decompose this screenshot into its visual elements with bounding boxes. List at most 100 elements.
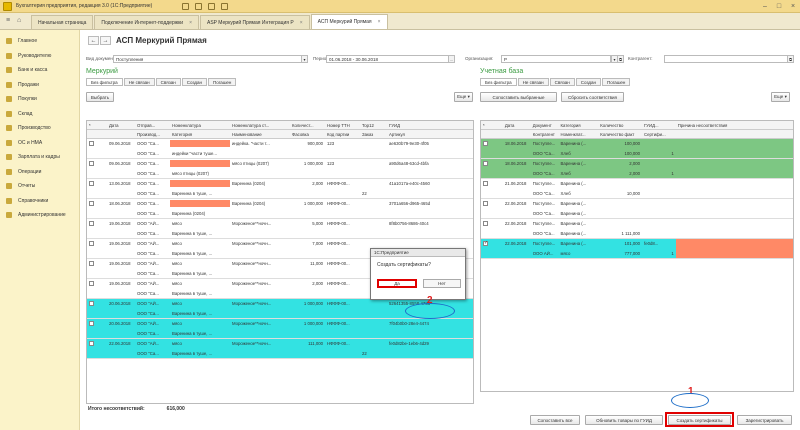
dialog-question: Создать сертификаты? — [377, 262, 431, 268]
table-row[interactable]: 18.06.2018 Поступле... Варенина (... 100,00… — [481, 139, 793, 159]
sidebar-item[interactable]: Отчеты — [0, 179, 79, 194]
filter-button[interactable]: Не связан — [517, 78, 549, 86]
period-field[interactable]: 01.06.2018 - 30.06.2018 — [326, 55, 449, 63]
match-all-button[interactable]: Сопоставить все — [530, 415, 580, 425]
minimize-icon[interactable]: – — [758, 0, 772, 12]
table-row[interactable]: 13.06.2018 ООО "Са... Варенина (0204) 2,000… — [87, 179, 473, 199]
filter-button[interactable]: Связан — [549, 78, 575, 86]
table-row[interactable]: 20.06.2018 ООО "АЙ... мясо Мороженое**ночн.… — [87, 319, 473, 339]
row-checkbox[interactable] — [89, 140, 94, 146]
filter-button[interactable]: Создан — [575, 78, 602, 86]
filter-button[interactable]: Без фильтра — [480, 78, 517, 86]
register-button[interactable]: Зарегистрировать — [737, 415, 792, 425]
row-checkbox[interactable] — [89, 340, 94, 346]
table-row[interactable]: 19.06.2018 ООО "АЙ... мясо Мороженое**ночн.… — [87, 219, 473, 239]
row-checkbox[interactable] — [89, 260, 94, 266]
cell-prod: ООО "Са... — [137, 150, 159, 156]
row-checkbox[interactable] — [483, 140, 488, 146]
right-more-button[interactable]: Еще ▾ — [771, 92, 790, 102]
row-checkbox[interactable] — [89, 160, 94, 166]
table-row[interactable]: 09.06.2018 ООО "Са... индейка. "части т...… — [87, 139, 473, 159]
sidebar-item[interactable]: Производство — [0, 121, 79, 136]
bell-icon[interactable] — [195, 2, 203, 10]
sidebar-item[interactable]: Операции — [0, 165, 79, 180]
row-checkbox[interactable] — [89, 220, 94, 226]
calendar-icon[interactable]: … — [448, 55, 455, 63]
select-button[interactable]: Выбрать — [86, 92, 114, 102]
star-icon[interactable] — [221, 2, 229, 10]
back-icon[interactable]: ← — [88, 36, 99, 45]
chevron-down-icon[interactable]: ▾ — [301, 55, 308, 63]
sidebar: Главное Руководителю Банк и касса Продажи По… — [0, 30, 80, 430]
sidebar-item[interactable]: Справочники — [0, 194, 79, 209]
close-tab-icon[interactable]: × — [189, 20, 192, 26]
forward-icon[interactable]: → — [100, 36, 111, 45]
filter-button[interactable]: Погашен — [602, 78, 631, 86]
row-checkbox[interactable] — [89, 280, 94, 286]
sidebar-item[interactable]: Зарплата и кадры — [0, 150, 79, 165]
filter-button[interactable]: Связан — [155, 78, 181, 86]
close-tab-icon[interactable]: × — [300, 20, 303, 26]
contractor-field[interactable] — [664, 55, 788, 63]
refresh-guid-button[interactable]: Обновить товары по ГУИД — [585, 415, 663, 425]
menu-icon[interactable]: ≡ — [6, 17, 14, 25]
dialog-yes-button[interactable]: Да — [377, 279, 417, 288]
header-cell: Код партии — [327, 131, 350, 137]
doc-type-select[interactable]: Поступления — [113, 55, 302, 63]
tab-home[interactable]: Начальная страница — [31, 15, 94, 29]
cell-date: 18.06.2018 — [504, 141, 527, 147]
close-icon[interactable]: × — [786, 0, 800, 12]
filter-button[interactable]: Не связан — [123, 78, 155, 86]
checkbox-cell — [87, 160, 107, 167]
cell-cat: Варенина в туше, ... — [172, 290, 213, 296]
sidebar-item[interactable]: Руководителю — [0, 49, 79, 64]
table-row[interactable]: 22.06.2018 Поступле... Варенина (... ООО "С… — [481, 199, 793, 219]
filter-button[interactable]: Без фильтра — [86, 78, 123, 86]
table-row[interactable]: 21.06.2018 Поступле... Варенина (... ООО "С… — [481, 179, 793, 199]
table-row-line: ООО "Са... Варенина (0204) — [87, 209, 473, 219]
sidebar-item[interactable]: Покупки — [0, 92, 79, 107]
sidebar-item[interactable]: Администрирование — [0, 208, 79, 223]
tab-asp-mercury[interactable]: АСП Меркурий Прямая × — [310, 14, 388, 29]
sidebar-item[interactable]: Банк и касса — [0, 63, 79, 78]
home-icon[interactable]: ⌂ — [17, 17, 25, 25]
row-checkbox[interactable] — [483, 180, 488, 186]
dialog-no-button[interactable]: Нет — [423, 279, 461, 288]
row-checkbox[interactable] — [89, 200, 94, 206]
row-checkbox[interactable] — [89, 240, 94, 246]
table-row[interactable]: 09.06.2018 ООО "Са... мясо птицы (0207) 1 0… — [87, 159, 473, 179]
sidebar-item[interactable]: Продажи — [0, 78, 79, 93]
filter-button[interactable]: Погашен — [208, 78, 237, 86]
table-row[interactable]: 22.06.2018 ООО "АЙ... мясо Мороженое**ночн.… — [87, 339, 473, 359]
row-checkbox[interactable] — [89, 180, 94, 186]
row-checkbox[interactable] — [89, 300, 94, 306]
cell-doc: Поступле... — [532, 161, 556, 167]
cell-doc: Поступле... — [532, 241, 556, 247]
sidebar-item[interactable]: ОС и НМА — [0, 136, 79, 151]
table-row[interactable]: 22.06.2018 Поступле... Варенина (... ООО "С… — [481, 219, 793, 239]
reset-matches-button[interactable]: Сбросить соответствия — [561, 92, 624, 102]
table-row[interactable]: 18.06.2018 Поступле... Варенина (... 2,000 О… — [481, 159, 793, 179]
open-icon[interactable]: ⧉ — [617, 55, 624, 63]
row-checkbox[interactable] — [89, 320, 94, 326]
close-tab-icon[interactable]: × — [378, 19, 381, 25]
tab-internet-support[interactable]: Подключение Интернет-поддержки × — [94, 15, 199, 29]
row-checkbox[interactable] — [483, 240, 488, 246]
row-checkbox[interactable] — [483, 220, 488, 226]
open-icon[interactable]: ⧉ — [787, 55, 794, 63]
cell-qty: 111,000 — [308, 341, 323, 347]
row-checkbox[interactable] — [483, 160, 488, 166]
tab-asp-integration[interactable]: ASP Меркурий Прямая Интеграция Р × — [200, 15, 310, 29]
match-selected-button[interactable]: Сопоставить выбранные — [480, 92, 557, 102]
grid-icon[interactable] — [182, 2, 190, 10]
table-row[interactable]: 22.06.2018 Поступле... Варенина (... 101,00… — [481, 239, 793, 259]
sidebar-item[interactable]: Склад — [0, 107, 79, 122]
sidebar-item[interactable]: Главное — [0, 34, 79, 49]
row-checkbox[interactable] — [483, 200, 488, 206]
org-field[interactable]: Р — [501, 55, 611, 63]
filter-button[interactable]: Создан — [181, 78, 208, 86]
maximize-icon[interactable]: □ — [772, 0, 786, 12]
left-more-button[interactable]: Еще ▾ — [454, 92, 473, 102]
table-row[interactable]: 18.06.2018 ООО "Са... Варенина (0204) 1 000… — [87, 199, 473, 219]
history-icon[interactable] — [208, 2, 216, 10]
